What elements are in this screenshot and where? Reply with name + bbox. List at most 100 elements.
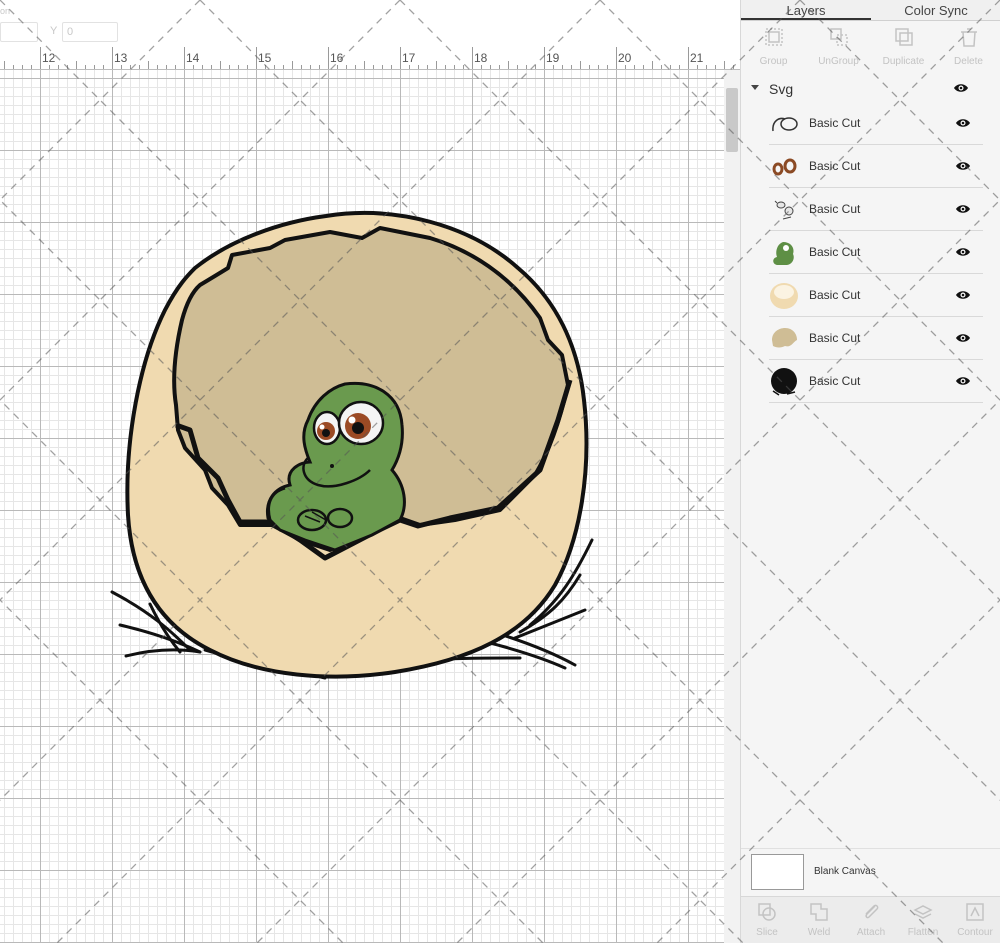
ruler-label: 19 (546, 51, 560, 65)
weld-button[interactable]: Weld (793, 897, 845, 943)
ruler-minor-tick (661, 65, 662, 69)
ruler-label: 18 (474, 51, 488, 65)
layer-item[interactable]: Basic Cut (769, 231, 983, 274)
ruler-minor-tick (319, 65, 320, 69)
horizontal-ruler: 12 13 14 15 16 17 18 19 20 21 (0, 47, 740, 70)
x-position-input[interactable] (0, 22, 38, 42)
layer-item[interactable]: Basic Cut (769, 317, 983, 360)
delete-button[interactable]: Delete (936, 22, 1000, 70)
ungroup-label: UnGroup (818, 56, 859, 67)
ruler-minor-tick (13, 65, 14, 69)
ruler-minor-tick (211, 65, 212, 69)
eye-icon[interactable] (955, 246, 971, 258)
ruler-minor-tick (337, 65, 338, 69)
ruler-minor-tick (373, 65, 374, 69)
contour-icon (966, 903, 984, 921)
ruler-minor-tick (103, 65, 104, 69)
ruler-minor-tick (697, 65, 698, 69)
ruler-minor-tick (76, 61, 77, 69)
group-icon (764, 28, 783, 46)
ruler-major-tick (256, 47, 257, 69)
layer-actions: Group UnGroup Duplicate Delete (741, 22, 1000, 70)
ruler-minor-tick (85, 65, 86, 69)
eye-icon[interactable] (955, 160, 971, 172)
layer-item[interactable]: Basic Cut (769, 102, 983, 145)
ruler-minor-tick (121, 65, 122, 69)
ruler-label: 12 (42, 51, 56, 65)
contour-button[interactable]: Contour (949, 897, 1000, 943)
duplicate-button[interactable]: Duplicate (871, 22, 936, 70)
scrollbar-thumb[interactable] (726, 88, 738, 152)
layer-item[interactable]: Basic Cut (769, 274, 983, 317)
layer-group-svg[interactable]: Svg (741, 74, 1000, 102)
ruler-minor-tick (220, 61, 221, 69)
weld-label: Weld (807, 927, 831, 938)
design-canvas[interactable]: on Y 0 12 13 14 15 16 17 18 19 20 21 (0, 0, 740, 943)
tab-color-sync[interactable]: Color Sync (871, 0, 1000, 20)
ruler-minor-tick (571, 65, 572, 69)
ruler-label: 14 (186, 51, 200, 65)
position-toolbar: on Y 0 (0, 0, 740, 48)
chevron-down-icon[interactable] (751, 85, 759, 90)
attach-label: Attach (856, 927, 886, 938)
layer-thumbnail-icon (770, 283, 798, 309)
layer-label: Basic Cut (809, 331, 861, 345)
slice-button[interactable]: Slice (741, 897, 793, 943)
ruler-major-tick (184, 47, 185, 69)
layer-item[interactable]: Basic Cut (769, 188, 983, 231)
ruler-minor-tick (67, 65, 68, 69)
blank-canvas-swatch[interactable] (751, 854, 804, 890)
eye-icon[interactable] (955, 117, 971, 129)
ruler-minor-tick (355, 65, 356, 69)
canvas-grid[interactable] (0, 70, 724, 943)
ruler-minor-tick (508, 61, 509, 69)
ruler-minor-tick (580, 61, 581, 69)
ruler-minor-tick (283, 65, 284, 69)
ruler-minor-tick (490, 65, 491, 69)
ruler-minor-tick (364, 61, 365, 69)
y-position-input[interactable]: 0 (62, 22, 118, 42)
ruler-minor-tick (346, 65, 347, 69)
ruler-major-tick (112, 47, 113, 69)
ruler-major-tick (472, 47, 473, 69)
layer-thumbnail-icon (772, 117, 798, 132)
layer-label: Basic Cut (809, 288, 861, 302)
eye-icon[interactable] (953, 82, 969, 94)
ruler-minor-tick (193, 65, 194, 69)
ruler-minor-tick (679, 65, 680, 69)
ruler-minor-tick (598, 65, 599, 69)
layer-item[interactable]: Basic Cut (769, 360, 983, 403)
vertical-scrollbar[interactable] (724, 70, 740, 943)
flatten-button[interactable]: Flatten (897, 897, 949, 943)
ruler-minor-tick (157, 65, 158, 69)
ruler-minor-tick (553, 65, 554, 69)
ruler-minor-tick (625, 65, 626, 69)
ruler-major-tick (616, 47, 617, 69)
ruler-label: 21 (690, 51, 704, 65)
eye-icon[interactable] (955, 332, 971, 344)
tab-layers[interactable]: Layers (741, 0, 871, 20)
layer-item[interactable]: Basic Cut (769, 145, 983, 188)
contour-label: Contour (957, 927, 993, 938)
layer-label: Basic Cut (809, 202, 861, 216)
eye-icon[interactable] (955, 289, 971, 301)
ruler-minor-tick (733, 65, 734, 69)
attach-icon (865, 904, 879, 919)
weld-icon (810, 903, 828, 921)
ruler-minor-tick (454, 65, 455, 69)
ruler-minor-tick (589, 65, 590, 69)
ruler-minor-tick (229, 65, 230, 69)
group-button[interactable]: Group (741, 22, 806, 70)
layer-label: Basic Cut (809, 116, 861, 130)
ruler-minor-tick (517, 65, 518, 69)
ruler-label: 15 (258, 51, 272, 65)
eye-icon[interactable] (955, 203, 971, 215)
slice-label: Slice (756, 927, 778, 938)
layer-group-name: Svg (769, 81, 794, 97)
eye-icon[interactable] (955, 375, 971, 387)
layer-thumbnail-icon (773, 242, 794, 265)
ruler-minor-tick (310, 65, 311, 69)
attach-button[interactable]: Attach (845, 897, 897, 943)
ungroup-button[interactable]: UnGroup (806, 22, 871, 70)
blank-canvas-row[interactable]: Blank Canvas (741, 848, 1000, 896)
